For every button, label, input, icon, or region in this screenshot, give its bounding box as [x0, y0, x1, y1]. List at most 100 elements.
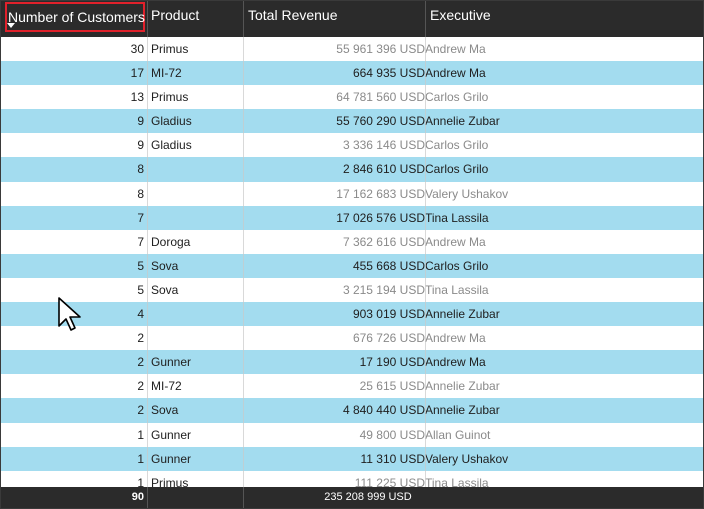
cell-total-revenue: 17 026 576 USD [336, 210, 425, 225]
column-divider[interactable] [147, 1, 148, 37]
column-divider[interactable] [243, 1, 244, 37]
table-row[interactable]: 5 Sova 3 215 194 USD Tina Lassila [1, 277, 703, 303]
table-row[interactable]: 1 Gunner 11 310 USD Valery Ushakov [1, 446, 703, 471]
cell-total-revenue: 111 225 USD [354, 475, 425, 487]
mouse-pointer-icon [58, 297, 81, 331]
column-header-label-highlight: Number of Customers [5, 2, 145, 32]
cell-executive: Annelie Zubar [425, 379, 500, 394]
table-row[interactable]: 5 Sova 455 668 USD Carlos Grilo [1, 253, 703, 278]
cell-number-of-customers: 17 [130, 66, 144, 81]
table-visual: Number of Customers Product Total Revenu… [0, 0, 704, 509]
cell-product: Doroga [151, 234, 191, 249]
cell-product: Gladius [151, 138, 192, 153]
cell-executive: Andrew Ma [425, 66, 486, 81]
cell-total-revenue: 64 781 560 USD [336, 90, 425, 105]
table-row[interactable]: 2 Sova 4 840 440 USD Annelie Zubar [1, 398, 703, 423]
cell-executive: Annelie Zubar [425, 114, 500, 129]
cell-total-revenue: 2 846 610 USD [342, 162, 425, 177]
cell-number-of-customers: 30 [130, 42, 144, 56]
cell-number-of-customers: 9 [137, 114, 144, 129]
column-header-total-revenue[interactable]: Total Revenue [248, 1, 426, 37]
cell-number-of-customers: 2 [137, 379, 144, 394]
table-row[interactable]: 2 Gunner 17 190 USD Andrew Ma [1, 350, 703, 375]
cell-executive: Valery Ushakov [425, 451, 509, 466]
cell-product: Sova [151, 258, 179, 273]
cell-number-of-customers: 7 [137, 210, 144, 225]
table-row[interactable]: 9 Gladius 55 760 290 USD Annelie Zubar [1, 109, 703, 134]
cell-number-of-customers: 8 [137, 162, 144, 177]
table-row[interactable]: 17 MI-72 664 935 USD Andrew Ma [1, 61, 703, 86]
cell-product: Gunner [151, 451, 192, 466]
cell-total-revenue: 49 800 USD [359, 427, 425, 442]
column-header-number-of-customers[interactable]: Number of Customers [1, 1, 147, 37]
cell-total-revenue: 25 615 USD [359, 379, 425, 394]
cell-executive: Valery Ushakov [425, 186, 509, 201]
cell-product [151, 326, 243, 350]
cell-number-of-customers: 2 [137, 403, 144, 418]
table-row[interactable]: 2 676 726 USD Andrew Ma [1, 326, 703, 351]
cell-total-revenue: 4 840 440 USD [342, 403, 425, 418]
cell-total-revenue: 17 190 USD [359, 355, 425, 370]
cell-executive: Carlos Grilo [425, 90, 489, 105]
table-row[interactable]: 1 Primus 111 225 USD Tina Lassila [1, 470, 703, 487]
sort-descending-icon[interactable] [7, 23, 15, 28]
cell-executive: Carlos Grilo [425, 138, 489, 153]
column-gridline [147, 37, 148, 487]
cell-executive: Andrew Ma [425, 234, 486, 249]
table-row[interactable]: 8 2 846 610 USD Carlos Grilo [1, 157, 703, 182]
cell-product: Sova [151, 282, 179, 297]
cell-executive: Andrew Ma [425, 331, 486, 346]
cell-total-revenue: 664 935 USD [352, 66, 425, 81]
column-divider [147, 487, 148, 508]
cell-product [151, 182, 243, 206]
cell-number-of-customers: 5 [137, 258, 144, 273]
total-customers: 90 [131, 491, 144, 503]
cell-product: MI-72 [151, 379, 182, 394]
table-row[interactable]: 1 Gunner 49 800 USD Allan Guinot [1, 422, 703, 447]
table-row[interactable]: 8 17 162 683 USD Valery Ushakov [1, 181, 703, 206]
table-row[interactable]: 7 Doroga 7 362 616 USD Andrew Ma [1, 229, 703, 254]
column-divider[interactable] [425, 1, 426, 37]
cell-number-of-customers: 1 [137, 427, 144, 442]
cell-product: Gunner [151, 355, 192, 370]
cell-total-revenue: 676 726 USD [352, 331, 425, 346]
cell-executive: Tina Lassila [425, 210, 489, 225]
cell-total-revenue: 3 336 146 USD [342, 138, 425, 153]
cell-product: Gladius [151, 114, 192, 129]
cell-executive: Annelie Zubar [425, 307, 500, 322]
cell-number-of-customers: 1 [137, 475, 144, 487]
cell-total-revenue: 55 961 396 USD [336, 42, 425, 56]
cell-total-revenue: 903 019 USD [352, 307, 425, 322]
cell-total-revenue: 3 215 194 USD [342, 282, 425, 297]
column-header-product[interactable]: Product [151, 1, 243, 37]
table-body: 30 Primus 55 961 396 USD Andrew Ma 17 MI-72 66… [1, 37, 703, 487]
cell-product: Gunner [151, 427, 192, 442]
cell-executive: Carlos Grilo [425, 162, 489, 177]
cell-executive: Tina Lassila [425, 475, 489, 487]
table-row[interactable]: 7 17 026 576 USD Tina Lassila [1, 205, 703, 230]
cell-executive: Carlos Grilo [425, 258, 489, 273]
cell-number-of-customers: 13 [130, 90, 144, 105]
cell-number-of-customers: 8 [137, 186, 144, 201]
cell-product [151, 157, 243, 181]
cell-product: Primus [151, 475, 189, 487]
total-revenue: 235 208 999 USD [324, 491, 412, 503]
cell-product: Primus [151, 42, 189, 56]
cell-total-revenue: 7 362 616 USD [342, 234, 425, 249]
cell-number-of-customers: 1 [137, 451, 144, 466]
column-gridline [425, 37, 426, 487]
table-row[interactable]: 4 903 019 USD Annelie Zubar [1, 302, 703, 327]
table-row[interactable]: 9 Gladius 3 336 146 USD Carlos Grilo [1, 133, 703, 158]
cell-executive: Annelie Zubar [425, 403, 500, 418]
table-row[interactable]: 13 Primus 64 781 560 USD Carlos Grilo [1, 85, 703, 110]
column-header-executive[interactable]: Executive [430, 1, 700, 37]
cell-executive: Tina Lassila [425, 282, 489, 297]
table-row[interactable]: 2 MI-72 25 615 USD Annelie Zubar [1, 374, 703, 399]
cell-total-revenue: 11 310 USD [360, 451, 425, 466]
cell-number-of-customers: 9 [137, 138, 144, 153]
cell-total-revenue: 55 760 290 USD [336, 114, 425, 129]
table-total-row: 90 235 208 999 USD [1, 487, 703, 508]
cell-number-of-customers: 7 [137, 234, 144, 249]
cell-product: MI-72 [151, 66, 182, 81]
table-row[interactable]: 30 Primus 55 961 396 USD Andrew Ma [1, 37, 703, 62]
